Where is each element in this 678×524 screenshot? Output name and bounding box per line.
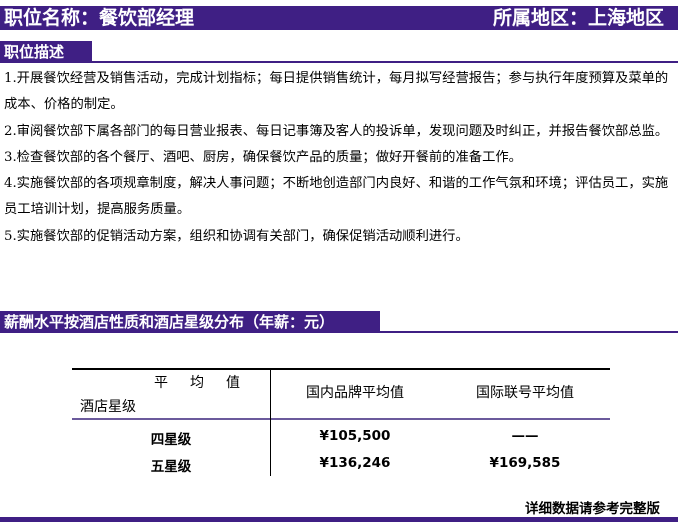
description-item: 4.实施餐饮部的各项规章制度，解决人事问题；不断地创造部门内良好、和谐的工作气氛… bbox=[4, 176, 669, 218]
salary-heading-rule bbox=[380, 331, 678, 333]
column-header-domestic: 国内品牌平均值 bbox=[306, 385, 404, 401]
salary-table: 平均值 酒店星级 国内品牌平均值 国际联号平均值 四星级 ¥105,500 ——… bbox=[72, 368, 610, 478]
corner-bottom-label: 酒店星级 bbox=[80, 399, 136, 415]
description-item: 5.实施餐饮部的促销活动方案，组织和协调有关部门，确保促销活动顺利进行。 bbox=[4, 228, 469, 244]
table-header: 平均值 酒店星级 国内品牌平均值 国际联号平均值 bbox=[72, 370, 610, 420]
salary-heading: 薪酬水平按酒店性质和酒店星级分布（年薪：元） bbox=[0, 311, 380, 333]
bottom-rule bbox=[0, 517, 678, 522]
star-level-cell: 四星级 bbox=[150, 432, 192, 448]
international-value-cell: —— bbox=[511, 428, 539, 444]
description-item: 1.开展餐饮经营及销售活动，完成计划指标；每日提供销售统计，每月拟写经营报告；参… bbox=[4, 71, 669, 113]
region-label: 所属地区：上海地区 bbox=[492, 7, 664, 29]
corner-top-label: 平均值 bbox=[154, 375, 262, 391]
title-bar: 职位名称：餐饮部经理 所属地区：上海地区 bbox=[0, 6, 678, 30]
table-corner-cell: 平均值 酒店星级 bbox=[72, 370, 270, 418]
table-row: 四星级 ¥105,500 —— bbox=[72, 424, 610, 451]
description-heading: 职位描述 bbox=[0, 41, 92, 63]
domestic-value-cell: ¥136,246 bbox=[319, 455, 391, 471]
description-heading-rule bbox=[92, 61, 678, 63]
column-header-international: 国际联号平均值 bbox=[476, 385, 574, 401]
international-value-cell: ¥169,585 bbox=[489, 455, 561, 471]
footer-note: 详细数据请参考完整版 bbox=[525, 501, 660, 517]
description-item: 2.审阅餐饮部下属各部门的每日营业报表、每日记事簿及客人的投诉单，发现问题及时纠… bbox=[4, 123, 669, 139]
table-row: 五星级 ¥136,246 ¥169,585 bbox=[72, 451, 610, 478]
domestic-value-cell: ¥105,500 bbox=[319, 428, 391, 444]
description-body: 1.开展餐饮经营及销售活动，完成计划指标；每日提供销售统计，每月拟写经营报告；参… bbox=[4, 66, 676, 250]
document-page: 职位名称：餐饮部经理 所属地区：上海地区 职位描述 1.开展餐饮经营及销售活动，… bbox=[0, 0, 678, 524]
star-level-cell: 五星级 bbox=[150, 459, 192, 475]
description-item: 3.检查餐饮部的各个餐厅、酒吧、厨房，确保餐饮产品的质量；做好开餐前的准备工作。 bbox=[4, 149, 522, 165]
job-title: 职位名称：餐饮部经理 bbox=[4, 7, 195, 29]
